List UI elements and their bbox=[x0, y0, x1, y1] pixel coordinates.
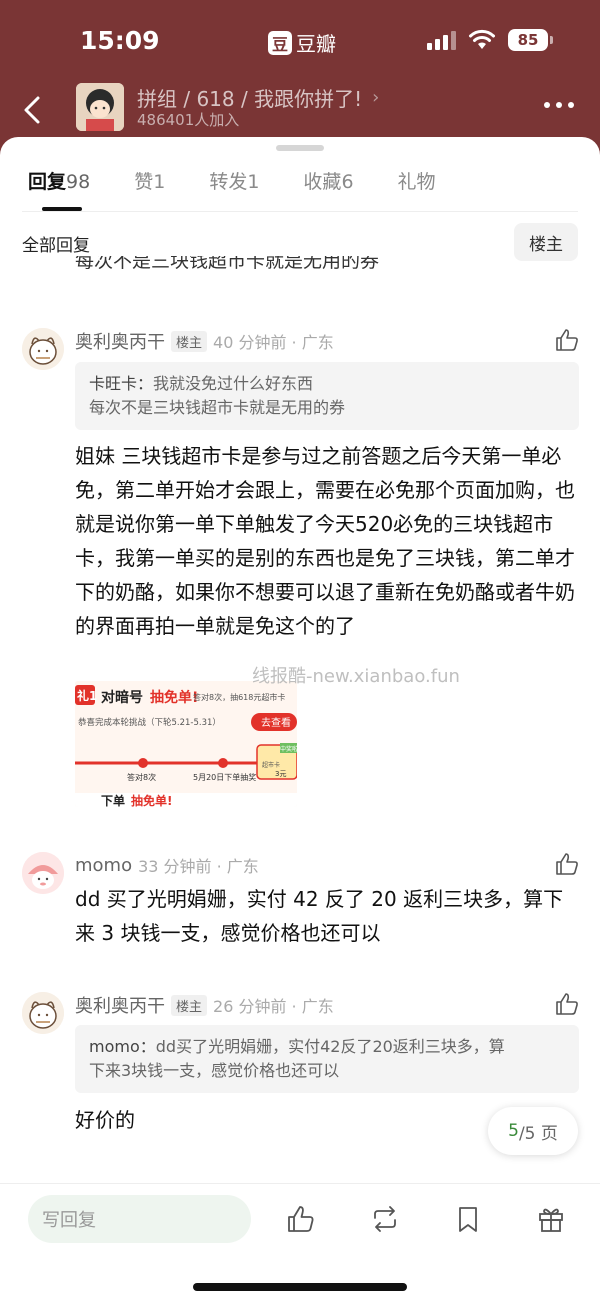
tab-count: 6 bbox=[341, 171, 354, 193]
comment-body: dd 买了光明娟姗，实付 42 反了 20 返利三块多，算下来 3 块钱一支，感… bbox=[75, 887, 564, 945]
image-subtitle: 恭喜完成本轮挑战（下轮5.21-5.31） bbox=[78, 717, 221, 728]
all-replies-filter[interactable]: 全部回复 bbox=[22, 231, 90, 256]
group-header: 拼组 / 618 / 我跟你拼了! › 486401人加入 bbox=[0, 80, 600, 140]
image-bottom-prefix: 下单 bbox=[101, 793, 125, 807]
comment-body: 姐妹 三块钱超市卡是参与过之前答题之后今天第一单必免，第二单开始才会跟上，需要在… bbox=[75, 444, 575, 638]
comment-meta: 奥利奥丙干 楼主 40 分钟前 · 广东 bbox=[75, 328, 334, 354]
group-member-count: 486401人加入 bbox=[137, 111, 240, 129]
divider bbox=[22, 211, 578, 212]
status-indicators: 85 bbox=[427, 29, 553, 51]
quote-line: 我就没免过什么好东西 bbox=[153, 374, 314, 393]
thumbs-up-icon[interactable] bbox=[554, 851, 580, 877]
op-only-button[interactable]: 楼主 bbox=[514, 223, 578, 261]
more-dots-icon[interactable] bbox=[544, 102, 574, 108]
battery-icon: 85 bbox=[508, 29, 553, 51]
scrolled-text-fragment: 每次不是三块钱超市卡就是无用的券 bbox=[75, 256, 380, 270]
chevron-right-icon: › bbox=[372, 87, 380, 108]
status-bar: 15:09 豆 豆瓣 85 bbox=[0, 0, 600, 80]
tab-label: 礼物 bbox=[397, 171, 436, 193]
quote-line: 下来3块钱一支，感觉价格也还可以 bbox=[89, 1061, 340, 1080]
home-indicator bbox=[193, 1283, 407, 1291]
image-title-suffix: 答对8次，抽618元超市卡 bbox=[193, 692, 285, 702]
quoted-reply[interactable]: 卡旺卡：我就没免过什么好东西 每次不是三块钱超市卡就是无用的券 bbox=[75, 362, 579, 430]
tab-count: 1 bbox=[153, 171, 166, 193]
drag-handle[interactable] bbox=[276, 145, 324, 151]
comments-sheet: 回复98 赞1 转发1 收藏6 礼物 全部回复 楼主 每次不是三块钱超市卡就是无… bbox=[0, 137, 600, 1300]
image-title-prefix: 对暗号 bbox=[101, 689, 143, 706]
avatar[interactable] bbox=[22, 852, 64, 894]
douban-logo-icon: 豆 bbox=[268, 30, 292, 55]
image-step1: 答对8次 bbox=[127, 772, 156, 782]
image-prize-value: 3元 bbox=[275, 770, 286, 778]
tab-count: 1 bbox=[247, 171, 260, 193]
image-prize-tag: 中奖啦 bbox=[280, 745, 297, 753]
quoted-reply[interactable]: momo：dd买了光明娟姗，实付42反了20返利三块多，算 下来3块钱一支，感觉… bbox=[75, 1025, 579, 1093]
tab-label: 转发 bbox=[209, 171, 248, 193]
image-step2: 5月20日下单抽奖 bbox=[193, 772, 256, 782]
tab-label: 回复 bbox=[28, 171, 67, 193]
tab-label: 赞 bbox=[134, 171, 154, 193]
gift-icon[interactable] bbox=[536, 1204, 566, 1234]
repost-icon[interactable] bbox=[370, 1204, 400, 1234]
page-total: /5 页 bbox=[518, 1123, 558, 1144]
quote-author: 卡旺卡： bbox=[89, 374, 154, 393]
thumbs-up-icon[interactable] bbox=[286, 1204, 316, 1234]
comment-author[interactable]: 奥利奥丙干 bbox=[75, 328, 165, 354]
group-title-text: 拼组 / 618 / 我跟你拼了! bbox=[137, 87, 363, 111]
avatar[interactable] bbox=[22, 992, 64, 1034]
image-badge: 礼1 bbox=[77, 688, 97, 703]
tab-collections[interactable]: 收藏6 bbox=[303, 167, 353, 194]
tab-bar: 回复98 赞1 转发1 收藏6 礼物 bbox=[28, 167, 480, 211]
image-button: 去查看 bbox=[261, 716, 291, 729]
thumbs-up-icon[interactable] bbox=[554, 327, 580, 353]
tab-replies[interactable]: 回复98 bbox=[28, 167, 91, 211]
comment-image[interactable]: 礼1 对暗号 抽免单! 答对8次，抽618元超市卡 恭喜完成本轮挑战（下轮5.2… bbox=[75, 681, 297, 807]
tab-likes[interactable]: 赞1 bbox=[134, 167, 165, 194]
op-badge: 楼主 bbox=[171, 994, 208, 1016]
tab-gifts[interactable]: 礼物 bbox=[398, 167, 436, 194]
quote-author: momo： bbox=[89, 1037, 156, 1056]
thumbs-up-icon[interactable] bbox=[554, 991, 580, 1017]
tab-label: 收藏 bbox=[303, 171, 342, 193]
bottom-action-bar: 写回复 bbox=[0, 1183, 600, 1300]
image-title-em: 抽免单! bbox=[150, 689, 198, 706]
avatar[interactable] bbox=[22, 328, 64, 370]
image-bottom-em: 抽免单! bbox=[131, 793, 172, 807]
comment-time: 33 分钟前 · 广东 bbox=[138, 857, 259, 876]
tab-reposts[interactable]: 转发1 bbox=[209, 167, 259, 194]
bookmark-icon[interactable] bbox=[453, 1204, 483, 1234]
quote-line: dd买了光明娟姗，实付42反了20返利三块多，算 bbox=[155, 1037, 505, 1056]
comment-author[interactable]: 奥利奥丙干 bbox=[75, 992, 165, 1018]
status-time: 15:09 bbox=[80, 26, 160, 55]
reply-input[interactable]: 写回复 bbox=[28, 1195, 251, 1243]
comment-author[interactable]: momo bbox=[75, 855, 132, 876]
group-avatar[interactable] bbox=[76, 83, 124, 131]
quote-line: 每次不是三块钱超市卡就是无用的券 bbox=[89, 398, 346, 417]
page-indicator[interactable]: 5/5 页 bbox=[488, 1107, 578, 1155]
status-app-indicator: 豆 豆瓣 bbox=[268, 28, 336, 57]
watermark: 线报酷-new.xianbao.fun bbox=[252, 666, 460, 687]
tab-count: 98 bbox=[66, 171, 91, 193]
current-page: 5 bbox=[508, 1121, 519, 1141]
back-arrow-icon[interactable] bbox=[18, 90, 48, 130]
group-title[interactable]: 拼组 / 618 / 我跟你拼了! › bbox=[137, 83, 379, 112]
image-prize-name: 超市卡 bbox=[262, 761, 280, 769]
comment-time: 40 分钟前 · 广东 bbox=[213, 333, 334, 352]
status-app-name: 豆瓣 bbox=[296, 32, 336, 56]
wifi-icon bbox=[469, 29, 495, 49]
signal-icon bbox=[427, 30, 456, 50]
op-badge: 楼主 bbox=[171, 330, 208, 352]
comment-meta: 奥利奥丙干 楼主 26 分钟前 · 广东 bbox=[75, 992, 334, 1018]
comment-time: 26 分钟前 · 广东 bbox=[213, 997, 334, 1016]
comment-meta: momo 33 分钟前 · 广东 bbox=[75, 853, 259, 877]
